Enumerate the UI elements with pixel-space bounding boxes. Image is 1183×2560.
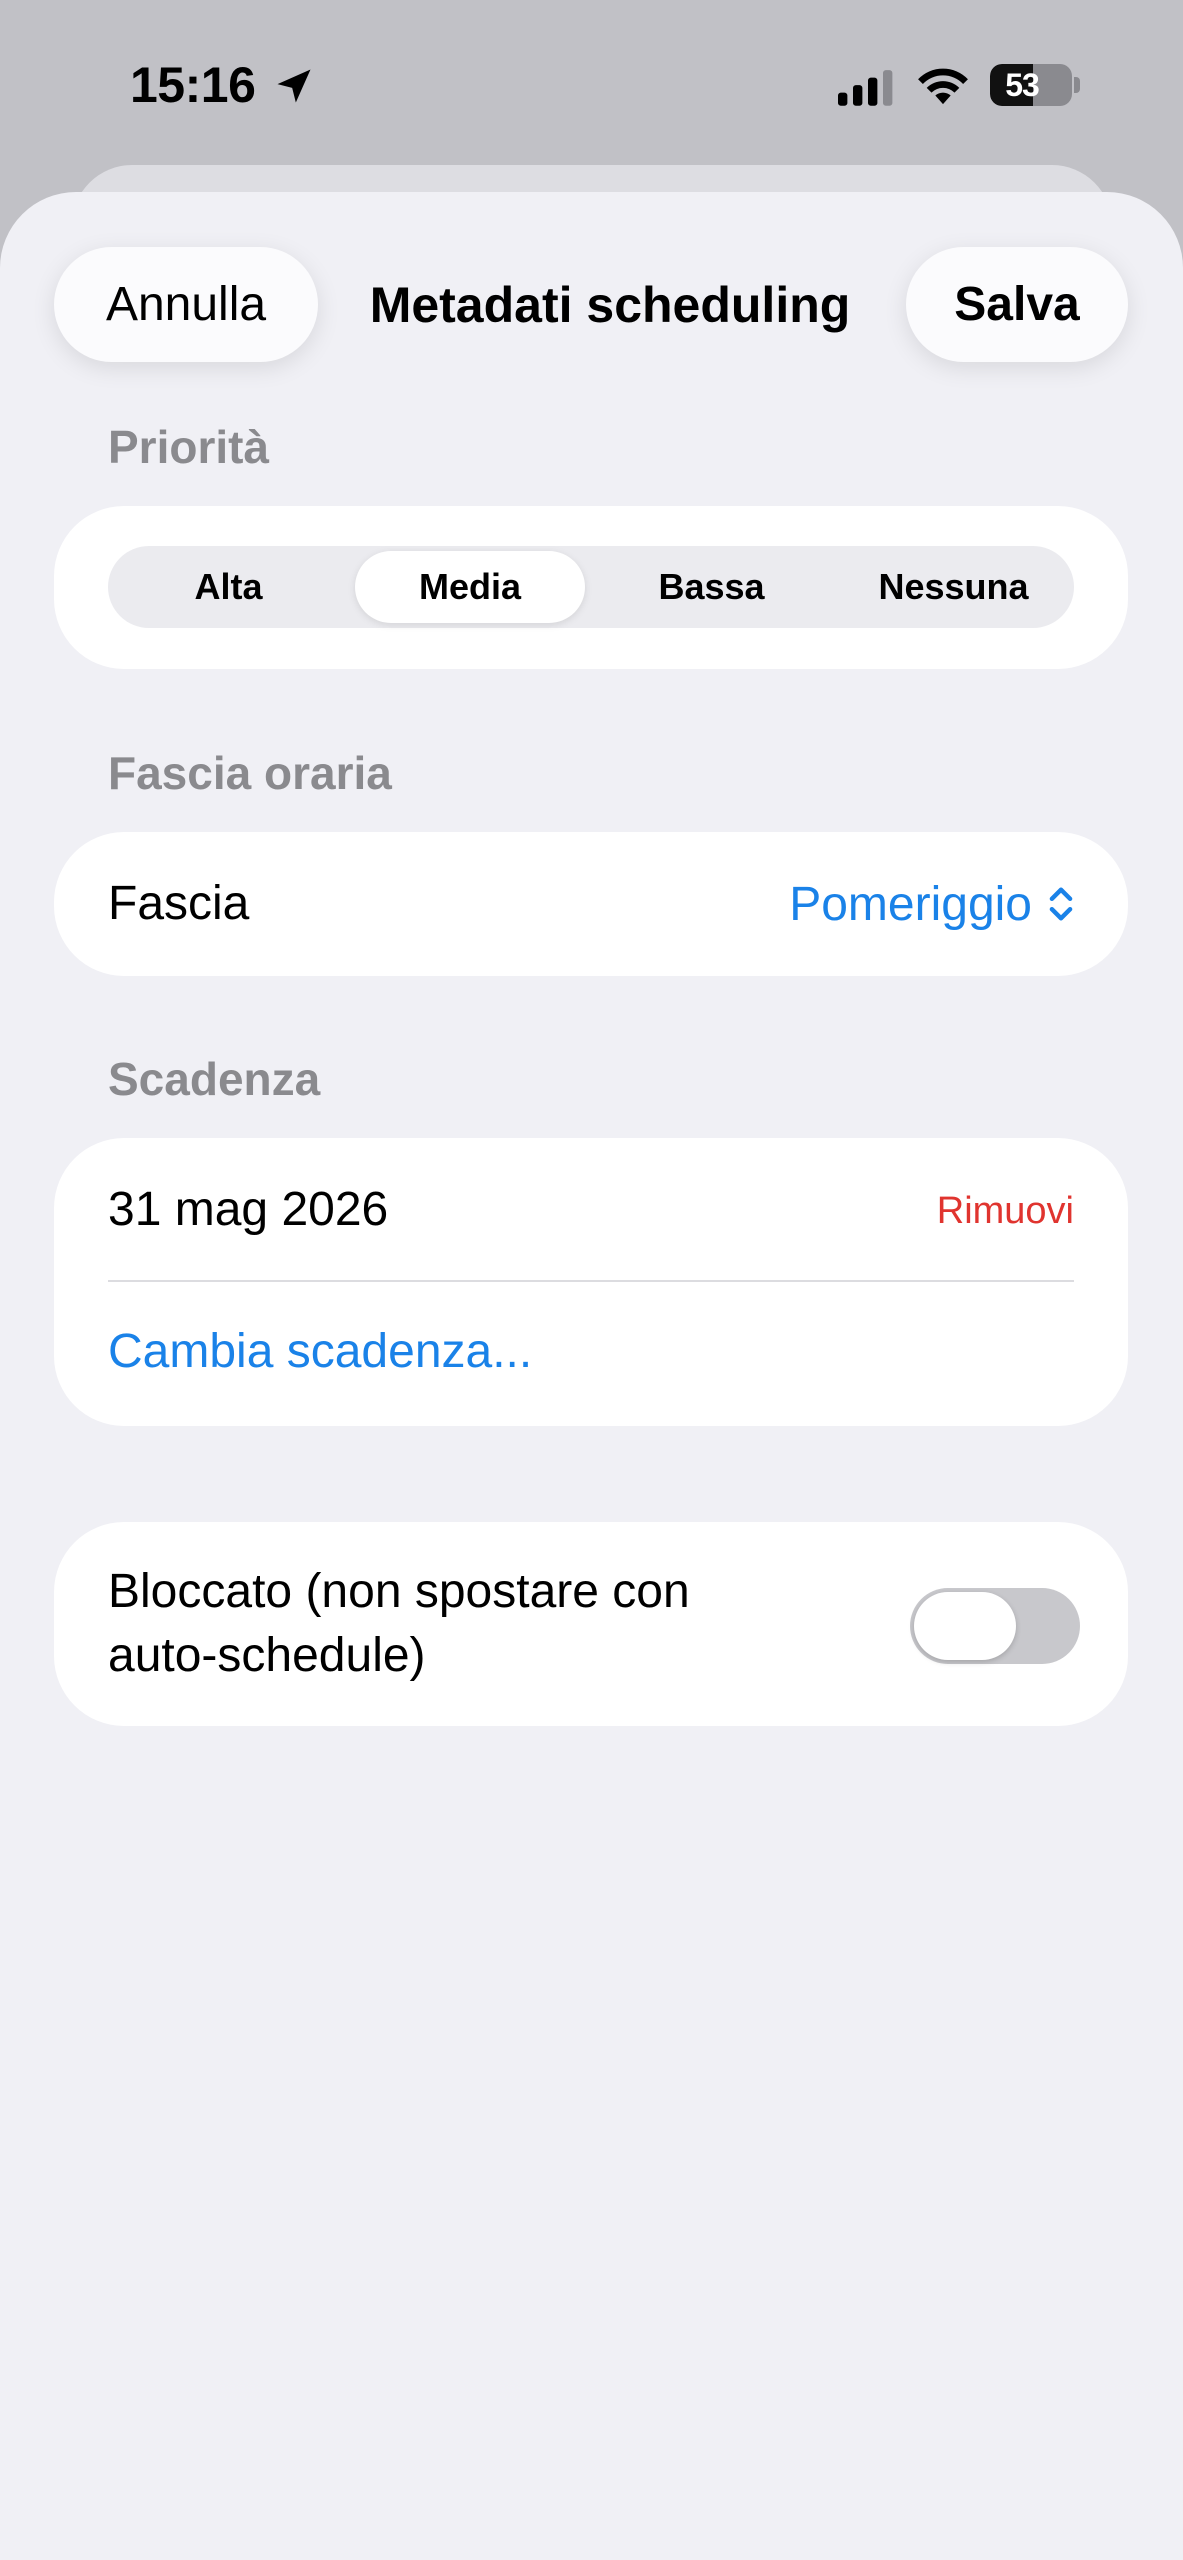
battery-level: 53 [1005,67,1040,103]
lock-card: Bloccato (non spostare con auto-schedule… [54,1522,1128,1726]
priority-option-bassa[interactable]: Bassa [591,546,832,628]
lock-label: Bloccato (non spostare con auto-schedule… [108,1560,690,1688]
priority-option-nessuna[interactable]: Nessuna [833,546,1074,628]
remove-deadline-button[interactable]: Rimuovi [937,1190,1074,1233]
deadline-section-title: Scadenza [108,1053,321,1105]
priority-option-alta[interactable]: Alta [108,546,349,628]
status-bar: 15:16 53 [0,0,1183,170]
battery-icon: 53 [990,64,1072,106]
lock-label-line1: Bloccato (non spostare con [108,1565,690,1618]
deadline-date: 31 mag 2026 [108,1183,389,1236]
divider [108,1280,1074,1282]
chevron-up-down-icon [1049,887,1073,921]
priority-card: Alta Media Bassa Nessuna [54,506,1128,669]
time-slot-picker[interactable]: Pomeriggio [789,868,1074,940]
lock-label-line2: auto-schedule) [108,1629,426,1682]
priority-option-media[interactable]: Media [355,551,585,623]
lock-toggle[interactable] [910,1588,1080,1664]
time-slot-value: Pomeriggio [789,877,1032,931]
time-slot-section-title: Fascia oraria [108,747,392,799]
wifi-icon [918,68,968,105]
save-button[interactable]: Salva [906,247,1128,362]
time-slot-label: Fascia [108,877,250,930]
priority-segmented-control: Alta Media Bassa Nessuna [108,546,1074,628]
location-arrow-icon [277,69,311,103]
deadline-card: 31 mag 2026 Rimuovi Cambia scadenza... [54,1138,1128,1426]
cancel-button[interactable]: Annulla [54,247,318,362]
screen: 15:16 53 Annulla Metadati scheduling Sal… [0,0,1183,2560]
cellular-signal-icon [838,70,893,106]
change-deadline-button[interactable]: Cambia scadenza... [108,1324,532,1379]
status-time: 15:16 [130,57,256,113]
page-title: Metadati scheduling [369,277,851,333]
battery-tip [1074,77,1080,93]
priority-section-title: Priorità [108,421,270,473]
time-slot-card: Fascia Pomeriggio [54,832,1128,976]
toggle-knob [914,1592,1016,1660]
